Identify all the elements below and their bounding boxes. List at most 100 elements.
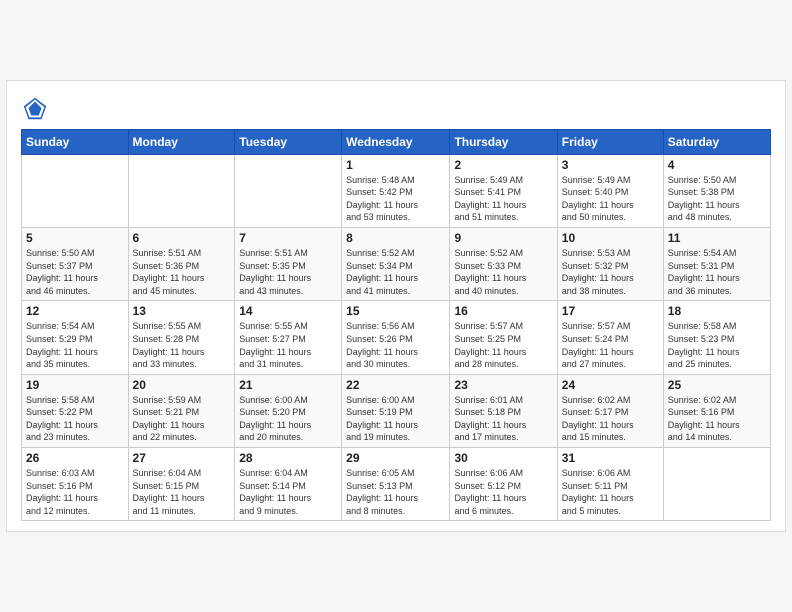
calendar-cell: 15 Sunrise: 5:56 AMSunset: 5:26 PMDayligh… — [342, 301, 450, 374]
header — [21, 91, 771, 123]
calendar-grid: SundayMondayTuesdayWednesdayThursdayFrid… — [21, 129, 771, 522]
day-info: Sunrise: 5:55 AMSunset: 5:27 PMDaylight:… — [239, 320, 337, 370]
calendar-cell: 24 Sunrise: 6:02 AMSunset: 5:17 PMDayligh… — [557, 374, 663, 447]
day-number: 21 — [239, 378, 337, 392]
calendar-cell: 4 Sunrise: 5:50 AMSunset: 5:38 PMDaylight… — [663, 154, 770, 227]
calendar-cell: 29 Sunrise: 6:05 AMSunset: 5:13 PMDayligh… — [342, 448, 450, 521]
calendar-cell — [235, 154, 342, 227]
calendar-cell: 9 Sunrise: 5:52 AMSunset: 5:33 PMDaylight… — [450, 227, 557, 300]
day-number: 18 — [668, 304, 766, 318]
calendar-cell: 26 Sunrise: 6:03 AMSunset: 5:16 PMDayligh… — [22, 448, 129, 521]
day-info: Sunrise: 5:54 AMSunset: 5:31 PMDaylight:… — [668, 247, 766, 297]
calendar-cell — [663, 448, 770, 521]
day-number: 16 — [454, 304, 552, 318]
day-number: 23 — [454, 378, 552, 392]
weekday-header-thursday: Thursday — [450, 129, 557, 154]
day-number: 8 — [346, 231, 445, 245]
day-info: Sunrise: 6:00 AMSunset: 5:20 PMDaylight:… — [239, 394, 337, 444]
calendar-cell: 18 Sunrise: 5:58 AMSunset: 5:23 PMDayligh… — [663, 301, 770, 374]
day-number: 15 — [346, 304, 445, 318]
day-number: 4 — [668, 158, 766, 172]
day-number: 28 — [239, 451, 337, 465]
day-number: 22 — [346, 378, 445, 392]
calendar-cell: 10 Sunrise: 5:53 AMSunset: 5:32 PMDayligh… — [557, 227, 663, 300]
day-info: Sunrise: 6:05 AMSunset: 5:13 PMDaylight:… — [346, 467, 445, 517]
day-number: 14 — [239, 304, 337, 318]
day-number: 24 — [562, 378, 659, 392]
week-row-3: 12 Sunrise: 5:54 AMSunset: 5:29 PMDayligh… — [22, 301, 771, 374]
weekday-header-wednesday: Wednesday — [342, 129, 450, 154]
day-info: Sunrise: 5:56 AMSunset: 5:26 PMDaylight:… — [346, 320, 445, 370]
week-row-1: 1Sunrise: 5:48 AMSunset: 5:42 PMDaylight… — [22, 154, 771, 227]
logo-icon — [21, 95, 49, 123]
day-number: 13 — [133, 304, 231, 318]
day-info: Sunrise: 6:03 AMSunset: 5:16 PMDaylight:… — [26, 467, 124, 517]
day-info: Sunrise: 6:06 AMSunset: 5:12 PMDaylight:… — [454, 467, 552, 517]
calendar-cell: 12 Sunrise: 5:54 AMSunset: 5:29 PMDayligh… — [22, 301, 129, 374]
day-number: 5 — [26, 231, 124, 245]
calendar-cell: 5 Sunrise: 5:50 AMSunset: 5:37 PMDaylight… — [22, 227, 129, 300]
weekday-header-sunday: Sunday — [22, 129, 129, 154]
day-info: Sunrise: 5:59 AMSunset: 5:21 PMDaylight:… — [133, 394, 231, 444]
day-info: Sunrise: 5:54 AMSunset: 5:29 PMDaylight:… — [26, 320, 124, 370]
day-info: Sunrise: 5:49 AMSunset: 5:41 PMDaylight:… — [454, 174, 552, 224]
day-number: 29 — [346, 451, 445, 465]
day-info: Sunrise: 5:53 AMSunset: 5:32 PMDaylight:… — [562, 247, 659, 297]
day-number: 17 — [562, 304, 659, 318]
day-info: Sunrise: 6:02 AMSunset: 5:16 PMDaylight:… — [668, 394, 766, 444]
day-info: Sunrise: 6:02 AMSunset: 5:17 PMDaylight:… — [562, 394, 659, 444]
weekday-header-row: SundayMondayTuesdayWednesdayThursdayFrid… — [22, 129, 771, 154]
week-row-2: 5 Sunrise: 5:50 AMSunset: 5:37 PMDaylight… — [22, 227, 771, 300]
day-number: 20 — [133, 378, 231, 392]
day-info: Sunrise: 5:51 AMSunset: 5:36 PMDaylight:… — [133, 247, 231, 297]
day-info: Sunrise: 5:58 AMSunset: 5:23 PMDaylight:… — [668, 320, 766, 370]
calendar-cell: 6Sunrise: 5:51 AMSunset: 5:36 PMDaylight… — [128, 227, 235, 300]
day-number: 10 — [562, 231, 659, 245]
calendar-cell: 14 Sunrise: 5:55 AMSunset: 5:27 PMDayligh… — [235, 301, 342, 374]
logo — [21, 95, 53, 123]
day-info: Sunrise: 5:57 AMSunset: 5:24 PMDaylight:… — [562, 320, 659, 370]
day-info: Sunrise: 6:01 AMSunset: 5:18 PMDaylight:… — [454, 394, 552, 444]
day-number: 19 — [26, 378, 124, 392]
day-info: Sunrise: 5:55 AMSunset: 5:28 PMDaylight:… — [133, 320, 231, 370]
day-info: Sunrise: 5:49 AMSunset: 5:40 PMDaylight:… — [562, 174, 659, 224]
day-number: 3 — [562, 158, 659, 172]
calendar-cell: 22 Sunrise: 6:00 AMSunset: 5:19 PMDayligh… — [342, 374, 450, 447]
day-info: Sunrise: 6:06 AMSunset: 5:11 PMDaylight:… — [562, 467, 659, 517]
day-number: 11 — [668, 231, 766, 245]
calendar-cell: 25Sunrise: 6:02 AMSunset: 5:16 PMDayligh… — [663, 374, 770, 447]
calendar-cell: 20 Sunrise: 5:59 AMSunset: 5:21 PMDayligh… — [128, 374, 235, 447]
calendar-cell: 27Sunrise: 6:04 AMSunset: 5:15 PMDayligh… — [128, 448, 235, 521]
calendar-cell: 11 Sunrise: 5:54 AMSunset: 5:31 PMDayligh… — [663, 227, 770, 300]
calendar-container: SundayMondayTuesdayWednesdayThursdayFrid… — [6, 80, 786, 533]
calendar-cell — [128, 154, 235, 227]
calendar-cell: 28 Sunrise: 6:04 AMSunset: 5:14 PMDayligh… — [235, 448, 342, 521]
day-info: Sunrise: 5:58 AMSunset: 5:22 PMDaylight:… — [26, 394, 124, 444]
calendar-cell: 7Sunrise: 5:51 AMSunset: 5:35 PMDaylight… — [235, 227, 342, 300]
day-info: Sunrise: 5:52 AMSunset: 5:34 PMDaylight:… — [346, 247, 445, 297]
day-number: 2 — [454, 158, 552, 172]
day-info: Sunrise: 6:00 AMSunset: 5:19 PMDaylight:… — [346, 394, 445, 444]
calendar-cell: 16 Sunrise: 5:57 AMSunset: 5:25 PMDayligh… — [450, 301, 557, 374]
week-row-4: 19 Sunrise: 5:58 AMSunset: 5:22 PMDayligh… — [22, 374, 771, 447]
calendar-cell: 2 Sunrise: 5:49 AMSunset: 5:41 PMDaylight… — [450, 154, 557, 227]
day-info: Sunrise: 5:50 AMSunset: 5:37 PMDaylight:… — [26, 247, 124, 297]
day-number: 26 — [26, 451, 124, 465]
calendar-cell: 19 Sunrise: 5:58 AMSunset: 5:22 PMDayligh… — [22, 374, 129, 447]
calendar-cell: 23 Sunrise: 6:01 AMSunset: 5:18 PMDayligh… — [450, 374, 557, 447]
calendar-cell — [22, 154, 129, 227]
day-info: Sunrise: 5:57 AMSunset: 5:25 PMDaylight:… — [454, 320, 552, 370]
calendar-cell: 8 Sunrise: 5:52 AMSunset: 5:34 PMDaylight… — [342, 227, 450, 300]
calendar-cell: 3 Sunrise: 5:49 AMSunset: 5:40 PMDaylight… — [557, 154, 663, 227]
day-info: Sunrise: 5:50 AMSunset: 5:38 PMDaylight:… — [668, 174, 766, 224]
day-info: Sunrise: 5:52 AMSunset: 5:33 PMDaylight:… — [454, 247, 552, 297]
week-row-5: 26 Sunrise: 6:03 AMSunset: 5:16 PMDayligh… — [22, 448, 771, 521]
calendar-cell: 31Sunrise: 6:06 AMSunset: 5:11 PMDayligh… — [557, 448, 663, 521]
calendar-cell: 30Sunrise: 6:06 AMSunset: 5:12 PMDayligh… — [450, 448, 557, 521]
day-number: 9 — [454, 231, 552, 245]
calendar-cell: 13 Sunrise: 5:55 AMSunset: 5:28 PMDayligh… — [128, 301, 235, 374]
day-info: Sunrise: 6:04 AMSunset: 5:14 PMDaylight:… — [239, 467, 337, 517]
weekday-header-tuesday: Tuesday — [235, 129, 342, 154]
day-number: 12 — [26, 304, 124, 318]
day-info: Sunrise: 5:51 AMSunset: 5:35 PMDaylight:… — [239, 247, 337, 297]
